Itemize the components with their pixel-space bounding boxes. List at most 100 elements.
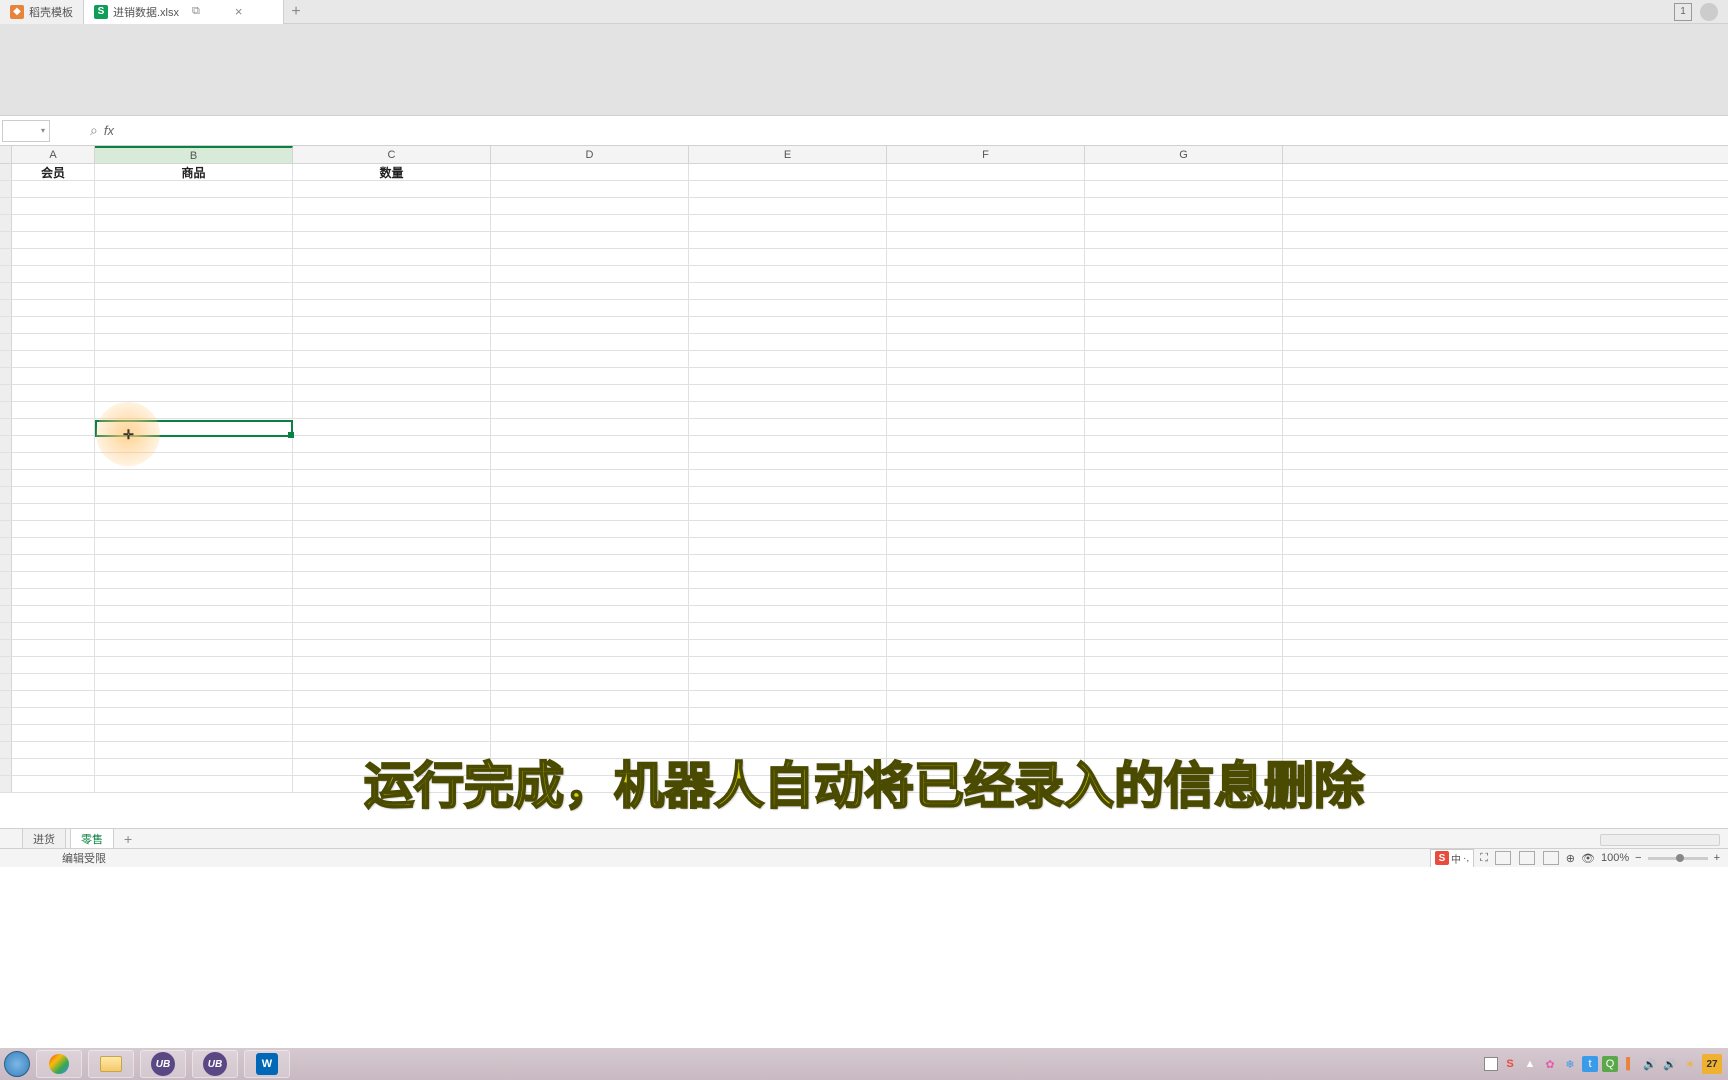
- row-header[interactable]: [0, 572, 12, 588]
- cell[interactable]: [689, 657, 887, 673]
- row-header[interactable]: [0, 436, 12, 452]
- cell[interactable]: [12, 487, 95, 503]
- cell[interactable]: [689, 249, 887, 265]
- row-header[interactable]: [0, 334, 12, 350]
- tray-sun-icon[interactable]: ☀: [1682, 1056, 1698, 1072]
- row-header[interactable]: [0, 725, 12, 741]
- cell[interactable]: [689, 351, 887, 367]
- cell[interactable]: [1085, 164, 1283, 180]
- cell[interactable]: [491, 623, 689, 639]
- cell[interactable]: [293, 453, 491, 469]
- cell[interactable]: [491, 419, 689, 435]
- view-pagelayout-icon[interactable]: [1519, 851, 1535, 865]
- cell[interactable]: [887, 504, 1085, 520]
- cell[interactable]: [12, 232, 95, 248]
- cell[interactable]: [689, 708, 887, 724]
- cell[interactable]: [1085, 708, 1283, 724]
- cell[interactable]: [689, 572, 887, 588]
- cell[interactable]: [95, 181, 293, 197]
- start-button[interactable]: [4, 1051, 30, 1077]
- cell[interactable]: [12, 283, 95, 299]
- cell[interactable]: [1085, 385, 1283, 401]
- cell[interactable]: [491, 385, 689, 401]
- cell[interactable]: [1085, 283, 1283, 299]
- name-box[interactable]: ▾: [2, 120, 50, 142]
- cell[interactable]: [95, 300, 293, 316]
- cell[interactable]: [293, 283, 491, 299]
- formula-input[interactable]: [118, 120, 1728, 142]
- cell[interactable]: [689, 198, 887, 214]
- cell[interactable]: [887, 232, 1085, 248]
- row-header[interactable]: [0, 759, 12, 775]
- row-header[interactable]: [0, 419, 12, 435]
- taskbar-ub2[interactable]: UB: [192, 1050, 238, 1078]
- cell[interactable]: [689, 487, 887, 503]
- cell[interactable]: [1085, 606, 1283, 622]
- cell[interactable]: [887, 538, 1085, 554]
- cell[interactable]: [95, 521, 293, 537]
- cell[interactable]: [491, 215, 689, 231]
- tray-up-icon[interactable]: ▲: [1522, 1056, 1538, 1072]
- cell[interactable]: 数量: [293, 164, 491, 180]
- cell[interactable]: [12, 657, 95, 673]
- cell[interactable]: [95, 674, 293, 690]
- cell[interactable]: [293, 640, 491, 656]
- cell[interactable]: [689, 538, 887, 554]
- cell[interactable]: [95, 487, 293, 503]
- row-header[interactable]: [0, 708, 12, 724]
- cell[interactable]: [12, 776, 95, 792]
- cell[interactable]: [491, 470, 689, 486]
- cell[interactable]: [12, 572, 95, 588]
- cell[interactable]: [887, 708, 1085, 724]
- cell[interactable]: [1085, 334, 1283, 350]
- cell[interactable]: [293, 300, 491, 316]
- cell[interactable]: [491, 232, 689, 248]
- row-header[interactable]: [0, 351, 12, 367]
- tray-flag-icon[interactable]: [1484, 1057, 1498, 1071]
- cell[interactable]: [293, 470, 491, 486]
- cell[interactable]: [293, 674, 491, 690]
- cell[interactable]: [887, 334, 1085, 350]
- cell[interactable]: [491, 283, 689, 299]
- cell[interactable]: [887, 589, 1085, 605]
- row-header[interactable]: [0, 555, 12, 571]
- cell[interactable]: [95, 232, 293, 248]
- tray-date[interactable]: 27: [1702, 1054, 1722, 1074]
- tray-flower-icon[interactable]: ✿: [1542, 1056, 1558, 1072]
- cell[interactable]: [491, 453, 689, 469]
- cell[interactable]: [293, 725, 491, 741]
- cell[interactable]: [491, 436, 689, 452]
- tray-n-icon[interactable]: ▌: [1622, 1056, 1638, 1072]
- row-header[interactable]: [0, 589, 12, 605]
- row-header[interactable]: [0, 691, 12, 707]
- cell[interactable]: [95, 215, 293, 231]
- row-header[interactable]: [0, 181, 12, 197]
- cell[interactable]: [12, 419, 95, 435]
- cell[interactable]: [491, 249, 689, 265]
- cell[interactable]: [95, 572, 293, 588]
- cell[interactable]: [293, 487, 491, 503]
- cell[interactable]: [887, 402, 1085, 418]
- view-normal-icon[interactable]: [1495, 851, 1511, 865]
- cell[interactable]: [1085, 453, 1283, 469]
- sheet-tab-1[interactable]: 进货: [22, 828, 66, 849]
- tray-sogou-icon[interactable]: S: [1502, 1056, 1518, 1072]
- cell[interactable]: [12, 691, 95, 707]
- row-header[interactable]: [0, 402, 12, 418]
- cell[interactable]: [293, 708, 491, 724]
- row-header[interactable]: [0, 606, 12, 622]
- tray-q-icon[interactable]: Q: [1602, 1056, 1618, 1072]
- row-header[interactable]: [0, 521, 12, 537]
- cell[interactable]: [1085, 402, 1283, 418]
- cell[interactable]: [293, 368, 491, 384]
- cell[interactable]: [1085, 419, 1283, 435]
- cell[interactable]: [293, 215, 491, 231]
- row-header[interactable]: [0, 317, 12, 333]
- cell[interactable]: [689, 606, 887, 622]
- cell[interactable]: [12, 606, 95, 622]
- cell[interactable]: [95, 266, 293, 282]
- cell[interactable]: [689, 317, 887, 333]
- cell[interactable]: [689, 232, 887, 248]
- search-icon[interactable]: ⌕: [90, 122, 98, 139]
- cell[interactable]: [887, 300, 1085, 316]
